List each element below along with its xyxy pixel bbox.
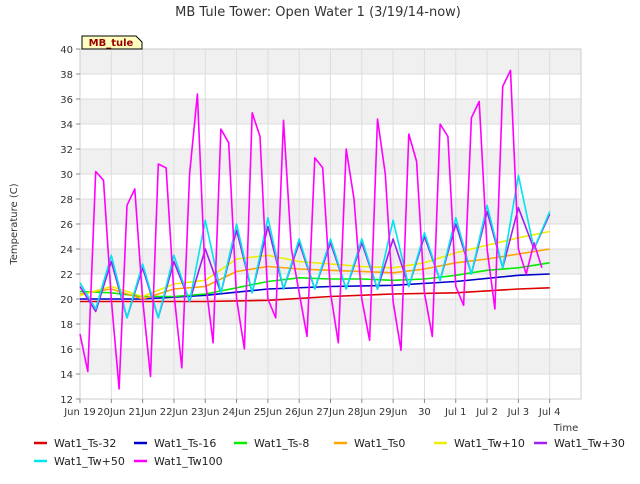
y-tick-label: 24 [60, 245, 73, 256]
x-tick-label: 24Jun [222, 407, 250, 418]
legend-label: Wat1_Tw+50 [54, 455, 125, 468]
x-tick-label: Jul 2 [475, 407, 498, 418]
chart-title: MB Tule Tower: Open Water 1 (3/19/14-now… [175, 5, 461, 20]
y-tick-label: 18 [60, 320, 73, 331]
y-tick-label: 38 [60, 70, 73, 81]
x-tick-label: 30 [418, 407, 431, 418]
chart-canvas: MB Tule Tower: Open Water 1 (3/19/14-now… [9, 5, 625, 468]
y-tick-label: 36 [60, 95, 73, 106]
y-tick-label: 22 [60, 270, 73, 281]
legend-label: Wat1_Ts-16 [154, 437, 216, 450]
legend-label: Wat1_Ts-8 [254, 437, 309, 450]
site-label: MB_tule [89, 38, 134, 49]
chart: MB Tule Tower: Open Water 1 (3/19/14-now… [0, 0, 640, 480]
legend: Wat1_Ts-32 Wat1_Ts-16 Wat1_Ts-8 Wat1_Ts0 Wat… [34, 437, 625, 468]
y-tick-label: 34 [60, 120, 73, 131]
x-tick-label: 23Jun [191, 407, 219, 418]
y-tick-label: 26 [60, 220, 73, 231]
x-tick-label: Jun 19 [63, 407, 96, 418]
y-axis-label: Temperature (C) [9, 183, 20, 265]
legend-label: Wat1_Ts-32 [54, 437, 116, 450]
x-tick-label: 25Jun [254, 407, 282, 418]
x-tick-label: 26Jun [285, 407, 313, 418]
y-tick-label: 40 [60, 45, 73, 56]
y-tick-label: 16 [60, 345, 73, 356]
y-tick-label: 32 [60, 145, 73, 156]
x-tick-label: 27Jun [316, 407, 344, 418]
legend-label: Wat1_Ts0 [354, 437, 405, 450]
legend-label: Wat1_Tw100 [154, 455, 223, 468]
y-tick-label: 30 [60, 170, 73, 181]
x-axis-label: Time [553, 423, 578, 434]
x-tick-label: 20Jun [97, 407, 125, 418]
site-label-box: MB_tule [81, 35, 143, 50]
x-tick-label: 22Jun [160, 407, 188, 418]
y-tick-label: 28 [60, 195, 73, 206]
legend-label: Wat1_Tw+10 [454, 437, 525, 450]
x-tick-label: 29Jun [379, 407, 407, 418]
y-tick-label: 20 [60, 295, 73, 306]
y-tick-label: 12 [60, 395, 73, 406]
x-axis: Jun 19 20Jun 21Jun 22Jun 23Jun 24Jun 25Jun 26Ju… [63, 399, 560, 418]
x-tick-label: Jul 3 [507, 407, 530, 418]
x-tick-label: 28Jun [348, 407, 376, 418]
x-tick-label: Jul 4 [538, 407, 561, 418]
x-tick-label: Jul 1 [444, 407, 467, 418]
y-tick-label: 14 [60, 370, 73, 381]
legend-label: Wat1_Tw+30 [554, 437, 625, 450]
x-tick-label: 21Jun [128, 407, 156, 418]
y-axis: 12 14 16 18 20 22 24 26 28 30 32 34 36 38 40 [60, 45, 80, 406]
